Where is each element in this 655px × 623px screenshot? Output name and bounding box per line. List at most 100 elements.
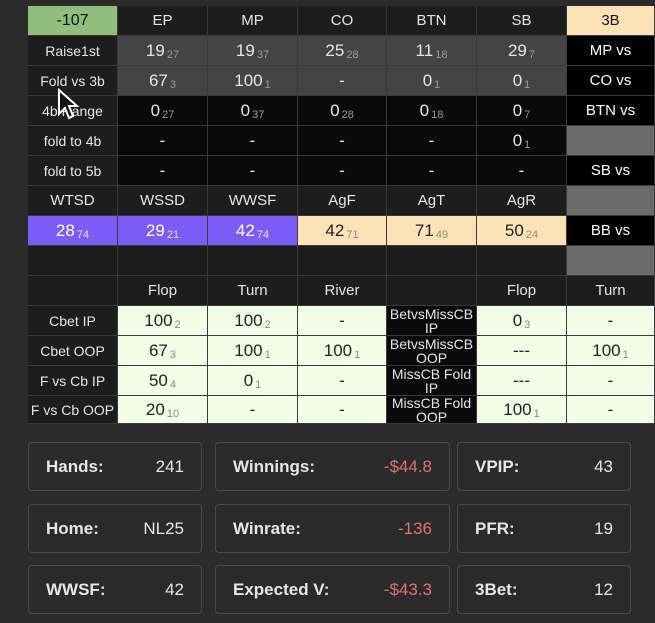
top-left-value: -107: [28, 6, 118, 36]
summary-card-label: 3Bet:: [475, 579, 518, 599]
stat-cell: 01: [208, 366, 298, 396]
sample-count: 1: [524, 78, 531, 91]
stat-value: 42: [325, 220, 345, 240]
stat-cell: 01: [387, 66, 477, 96]
stat-value: 28: [55, 220, 75, 240]
sample-count: 74: [256, 228, 270, 241]
summary-card-label: WWSF:: [46, 579, 106, 599]
summary-card: VPIP: 43: [457, 442, 631, 491]
sample-count: 1: [533, 407, 540, 420]
stat-value: 71: [414, 220, 434, 240]
stat-cell: 19 27: [118, 36, 208, 66]
sample-count: 49: [435, 228, 449, 241]
stat-value: ---: [513, 370, 530, 390]
position-header: SB: [477, 6, 567, 36]
stat-cell: 100 2: [118, 306, 208, 336]
street-header: Flop: [477, 276, 567, 306]
stat-value-cell: 28 74: [28, 216, 118, 246]
stat-header: WWSF: [208, 186, 298, 216]
vs-empty-cell: [567, 126, 655, 156]
summary-card: Winnings: -$44.8: [215, 442, 450, 491]
stat-cell: -: [298, 126, 387, 156]
summary-card-value: 42: [165, 579, 184, 599]
stat-value: 100: [503, 399, 532, 419]
stat-value: 19: [145, 40, 165, 60]
row-label: BetvsMissCB OOP: [387, 336, 477, 366]
stat-value: 100: [323, 340, 353, 360]
stat-cell: 0 37: [208, 96, 298, 126]
corner-cell: [28, 276, 118, 306]
spacer-cell: [387, 276, 477, 306]
sample-count: 1: [264, 78, 271, 91]
stat-value: -: [159, 130, 166, 150]
stat-cell: 29 7: [477, 36, 567, 66]
stat-value: -: [339, 399, 345, 419]
sample-count: 3: [169, 78, 177, 91]
stat-cell: -: [387, 126, 477, 156]
vs-empty-cell: [567, 186, 655, 216]
stat-cell: 03: [477, 306, 567, 336]
stat-value-cell: 50 24: [477, 216, 567, 246]
stat-value: -: [339, 130, 345, 150]
sample-count: 28: [346, 48, 359, 61]
vs-position-label: SB vs: [567, 156, 655, 186]
stat-value: -: [607, 310, 614, 330]
row-label: MissCB Fold OOP: [387, 396, 477, 424]
summary-card-value: -$44.8: [383, 456, 432, 476]
stat-cell: -: [567, 306, 655, 336]
stat-value: 100: [234, 310, 263, 330]
stat-cell: 100 1: [208, 66, 298, 96]
sample-count: 1: [354, 348, 361, 361]
stat-cell: ---: [477, 336, 567, 366]
stat-value: -: [607, 399, 614, 419]
stat-value: 0: [512, 70, 523, 90]
stat-value: 100: [144, 310, 173, 330]
stat-value: 25: [325, 40, 345, 60]
stat-cell: 100 1: [298, 336, 387, 366]
stat-value: -: [607, 370, 614, 390]
sample-count: 3: [169, 348, 177, 361]
stat-cell: 100 1: [567, 336, 655, 366]
sample-count: 1: [264, 348, 271, 361]
stat-value: -: [428, 130, 435, 150]
summary-card-value: 19: [594, 518, 613, 538]
sample-count: 1: [524, 138, 531, 151]
vs-position-label: CO vs: [567, 66, 655, 96]
sample-count: 1: [622, 348, 629, 361]
summary-card-value: -$43.3: [383, 579, 432, 599]
summary-card: PFR: 19: [457, 504, 631, 553]
stat-header: AgR: [477, 186, 567, 216]
stat-cell: 67 3: [118, 66, 208, 96]
vs-position-label: BTN vs: [567, 96, 655, 126]
summary-card-value: 12: [594, 579, 613, 599]
stat-value: -: [249, 130, 256, 150]
summary-card-label: Expected V:: [233, 579, 330, 599]
stat-value: 42: [235, 220, 255, 240]
sample-count: 37: [256, 48, 270, 61]
stat-cell: -: [477, 156, 567, 186]
stat-value: 50: [504, 220, 524, 240]
sample-count: 24: [525, 228, 539, 241]
stat-value: 100: [592, 340, 621, 360]
sample-count: 1: [434, 78, 441, 91]
stat-cell: -: [208, 396, 298, 424]
spacer-cell: [208, 246, 298, 276]
stat-cell: 100 1: [477, 396, 567, 424]
stat-cell: 0 27: [118, 96, 208, 126]
stat-value-cell: 29 21: [118, 216, 208, 246]
stat-value: 0: [512, 130, 523, 150]
spacer-cell: [298, 246, 387, 276]
sample-count: 10: [166, 407, 180, 420]
sample-count: 2: [264, 318, 271, 331]
stat-header: AgT: [387, 186, 477, 216]
row-label: fold to 4b: [28, 126, 118, 156]
summary-card-label: PFR:: [475, 518, 515, 538]
summary-card-label: Home:: [46, 518, 99, 538]
sample-count: 74: [76, 228, 90, 241]
summary-card-value: 43: [594, 456, 613, 476]
stat-header: WSSD: [118, 186, 208, 216]
sample-count: 7: [524, 108, 531, 121]
stat-value: 67: [148, 340, 168, 360]
stat-value: 67: [148, 70, 168, 90]
summary-card-value: NL25: [143, 518, 184, 538]
